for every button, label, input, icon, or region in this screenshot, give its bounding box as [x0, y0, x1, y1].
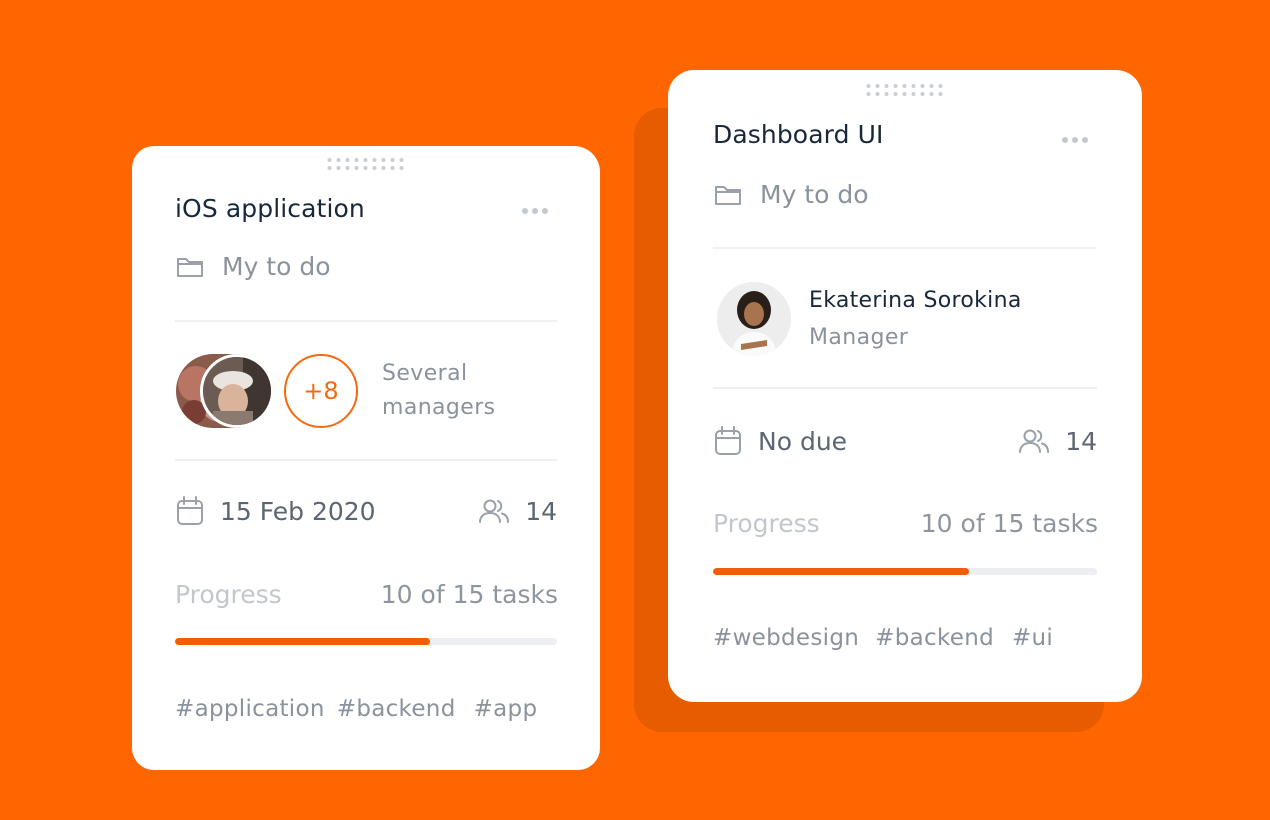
member-count-text: 14 [525, 496, 557, 526]
more-options-icon[interactable] [522, 208, 548, 214]
divider [713, 247, 1097, 249]
progress-value: 10 of 15 tasks [380, 580, 558, 609]
progress-bar-fill [175, 638, 430, 645]
card-title: iOS application [175, 194, 365, 223]
task-card-dashboard-ui[interactable]: Dashboard UI My to do Ekaterina Sorokina… [668, 70, 1142, 702]
tag[interactable]: #ui [1012, 625, 1053, 651]
card-title: Dashboard UI [713, 120, 884, 149]
assignee-info: Ekaterina Sorokina Manager [809, 288, 1022, 350]
progress-value: 10 of 15 tasks [920, 509, 1098, 538]
users-icon [479, 499, 510, 523]
drag-handle-icon[interactable] [327, 158, 405, 170]
assignee-name: Ekaterina Sorokina [809, 288, 1022, 313]
avatar[interactable] [717, 282, 791, 356]
progress-bar-fill [713, 568, 969, 575]
folder-icon [177, 257, 203, 277]
due-date: No due [714, 426, 847, 456]
extra-assignees-badge[interactable]: +8 [284, 354, 358, 428]
tag[interactable]: #app [474, 696, 538, 722]
tag-list: #application #backend #app [175, 696, 537, 722]
folder-icon [715, 185, 741, 205]
assignee-avatars[interactable]: +8 [176, 354, 358, 428]
divider [175, 459, 557, 461]
progress-bar [713, 568, 1097, 575]
avatar[interactable] [200, 354, 274, 428]
assignee-role: Manager [809, 325, 909, 350]
progress-label: Progress [175, 580, 282, 609]
assignee[interactable]: Ekaterina Sorokina Manager [717, 282, 1022, 356]
member-count: 14 [479, 497, 557, 526]
progress-bar [175, 638, 557, 645]
calendar-icon [177, 496, 203, 525]
assignee-label-line2: managers [382, 395, 496, 420]
tag[interactable]: #webdesign [713, 625, 859, 651]
drag-handle-icon[interactable] [866, 84, 944, 96]
tag[interactable]: #application [175, 696, 325, 722]
stats-row: 15 Feb 2020 14 [176, 496, 557, 526]
due-date-text: 15 Feb 2020 [220, 496, 376, 526]
folder-label: My to do [222, 252, 331, 281]
tag-list: #webdesign #backend #ui [713, 625, 1053, 651]
member-count-text: 14 [1065, 426, 1097, 456]
folder-label: My to do [760, 180, 869, 209]
divider [175, 320, 557, 322]
folder-row: My to do [176, 252, 331, 281]
stats-row: No due 14 [714, 426, 1097, 456]
progress-label: Progress [713, 509, 820, 538]
due-date: 15 Feb 2020 [176, 496, 376, 526]
calendar-icon [715, 426, 741, 455]
progress-row: Progress 10 of 15 tasks [713, 509, 1098, 538]
progress-row: Progress 10 of 15 tasks [175, 580, 558, 609]
divider [713, 387, 1097, 389]
due-date-text: No due [758, 426, 848, 456]
member-count: 14 [1019, 427, 1097, 456]
assignee-label: Several managers [382, 357, 496, 425]
assignee-label-line1: Several [382, 361, 468, 386]
task-card-ios-application[interactable]: iOS application My to do +8 Several mana… [132, 146, 600, 770]
tag[interactable]: #backend [337, 696, 456, 722]
tag[interactable]: #backend [875, 625, 994, 651]
folder-row: My to do [714, 180, 869, 209]
users-icon [1019, 429, 1050, 453]
more-options-icon[interactable] [1062, 137, 1088, 143]
